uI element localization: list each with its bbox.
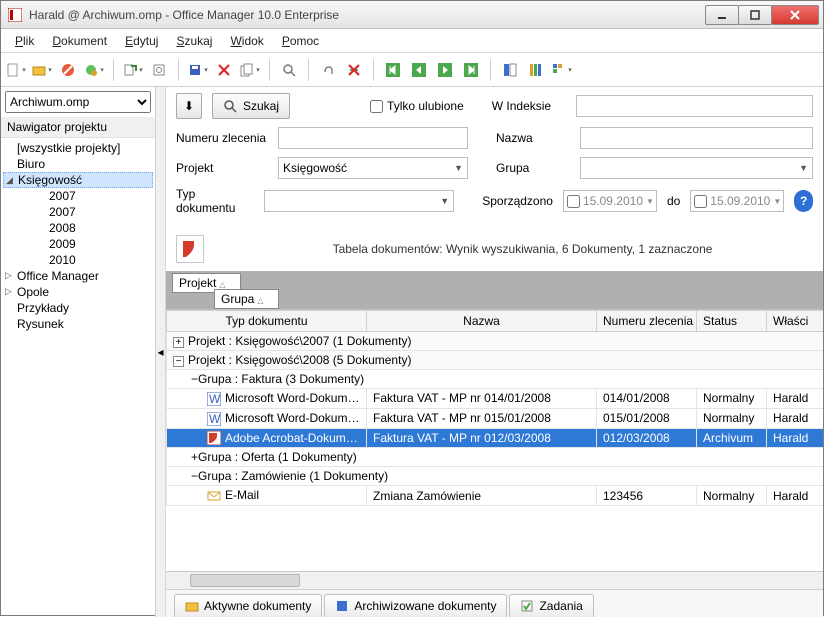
- project-tree[interactable]: [wszystkie projekty] Biuro ◢Księgowość 2…: [1, 138, 155, 334]
- sidebar: Archiwum.omp Nawigator projektu [wszystk…: [1, 87, 156, 617]
- table-row[interactable]: WMicrosoft Word-Dokument Faktura VAT - M…: [167, 389, 824, 409]
- app-icon: [7, 7, 23, 23]
- tree-2010[interactable]: 2010: [3, 252, 153, 268]
- nav-last-icon[interactable]: [460, 59, 482, 81]
- index-label: W Indeksie: [492, 99, 566, 113]
- horizontal-scrollbar[interactable]: [166, 571, 823, 589]
- created-label: Sporządzono: [482, 194, 553, 208]
- copy-icon[interactable]: [239, 59, 261, 81]
- pdf-icon: [176, 235, 204, 263]
- grouping-bar[interactable]: Projekt△ Grupa△: [166, 271, 823, 309]
- table-row-selected[interactable]: Adobe Acrobat-Dokument Faktura VAT - MP …: [167, 428, 824, 448]
- tree-biuro[interactable]: Biuro: [3, 156, 153, 172]
- save-icon[interactable]: [187, 59, 209, 81]
- date-to-label: do: [667, 194, 680, 208]
- menu-dokument[interactable]: Dokument: [44, 31, 115, 51]
- col-nazwa[interactable]: Nazwa: [367, 311, 597, 332]
- tree-2009[interactable]: 2009: [3, 236, 153, 252]
- import-icon[interactable]: [122, 59, 144, 81]
- tree-opole[interactable]: ▷Opole: [3, 284, 153, 300]
- search-panel: ⬇ Szukaj Tylko ulubione W Indeksie Numer…: [166, 87, 823, 233]
- globe-config-icon[interactable]: [83, 59, 105, 81]
- database-selector[interactable]: Archiwum.omp: [5, 91, 151, 113]
- stop-icon[interactable]: [57, 59, 79, 81]
- remove-filter-icon[interactable]: [343, 59, 365, 81]
- preview-icon[interactable]: [148, 59, 170, 81]
- zoom-icon[interactable]: [278, 59, 300, 81]
- group-row-2007[interactable]: +Projekt : Księgowość\2007 (1 Dokumenty): [167, 332, 824, 351]
- minimize-button[interactable]: [705, 5, 739, 25]
- date-from-input[interactable]: 15.09.2010▼: [563, 190, 657, 212]
- group-combo[interactable]: ▼: [580, 157, 813, 179]
- menu-plik[interactable]: Plik: [7, 31, 42, 51]
- col-status[interactable]: Status: [697, 311, 767, 332]
- name-label: Nazwa: [496, 131, 570, 145]
- maximize-button[interactable]: [738, 5, 772, 25]
- bottom-tabs: Aktywne dokumenty Archiwizowane dokument…: [166, 589, 823, 617]
- tab-archiwizowane[interactable]: Archiwizowane dokumenty: [324, 594, 507, 617]
- tree-2008[interactable]: 2008: [3, 220, 153, 236]
- project-label: Projekt: [176, 161, 268, 175]
- close-button[interactable]: [771, 5, 819, 25]
- tree-rysunek[interactable]: Rysunek: [3, 316, 153, 332]
- tab-aktywne[interactable]: Aktywne dokumenty: [174, 594, 322, 617]
- search-button-label: Szukaj: [243, 99, 279, 113]
- subgroup-zamowienie[interactable]: −Grupa : Zamówienie (1 Dokumenty): [167, 467, 824, 486]
- menu-szukaj[interactable]: Szukaj: [168, 31, 220, 51]
- col-wlasc[interactable]: Właści: [767, 311, 824, 332]
- doctype-combo[interactable]: ▼: [264, 190, 454, 212]
- order-number-input[interactable]: [278, 127, 468, 149]
- menu-bar: Plik Dokument Edytuj Szukaj Widok Pomoc: [1, 29, 823, 53]
- svg-text:W: W: [209, 412, 221, 426]
- collapse-search-button[interactable]: ⬇: [176, 93, 202, 119]
- table-row[interactable]: WMicrosoft Word-Dokument Faktura VAT - M…: [167, 408, 824, 428]
- layout-options-icon[interactable]: [551, 59, 573, 81]
- document-table[interactable]: Typ dokumentu Nazwa Numeru zlecenia Stat…: [166, 309, 823, 571]
- nav-prev-icon[interactable]: [408, 59, 430, 81]
- new-icon[interactable]: [5, 59, 27, 81]
- tree-2007b[interactable]: 2007: [3, 204, 153, 220]
- tree-2007a[interactable]: 2007: [3, 188, 153, 204]
- layout-cols-icon[interactable]: [525, 59, 547, 81]
- tree-all-projects[interactable]: [wszystkie projekty]: [3, 140, 153, 156]
- table-row[interactable]: E-Mail Zmiana Zamówienie123456NormalnyHa…: [167, 486, 824, 506]
- nav-next-icon[interactable]: [434, 59, 456, 81]
- open-icon[interactable]: [31, 59, 53, 81]
- menu-widok[interactable]: Widok: [222, 31, 271, 51]
- col-numeru[interactable]: Numeru zlecenia: [597, 311, 697, 332]
- name-input[interactable]: [580, 127, 813, 149]
- project-combo[interactable]: Księgowość▼: [278, 157, 468, 179]
- window-title: Harald @ Archiwum.omp - Office Manager 1…: [29, 8, 706, 22]
- tree-office-manager[interactable]: ▷Office Manager: [3, 268, 153, 284]
- menu-edytuj[interactable]: Edytuj: [117, 31, 166, 51]
- splitter-collapse[interactable]: ◂: [156, 87, 166, 617]
- delete-icon[interactable]: [213, 59, 235, 81]
- tree-przyklady[interactable]: Przykłady: [3, 300, 153, 316]
- favorites-checkbox[interactable]: Tylko ulubione: [370, 99, 464, 113]
- tree-ksiegowosc[interactable]: ◢Księgowość: [3, 172, 153, 188]
- col-typ[interactable]: Typ dokumentu: [167, 311, 367, 332]
- doctype-label: Typ dokumentu: [176, 187, 254, 215]
- menu-pomoc[interactable]: Pomoc: [274, 31, 327, 51]
- date-to-input[interactable]: 15.09.2010▼: [690, 190, 784, 212]
- layout-split-icon[interactable]: [499, 59, 521, 81]
- group-tag-grupa[interactable]: Grupa△: [214, 289, 279, 309]
- subgroup-oferta[interactable]: +Grupa : Oferta (1 Dokumenty): [167, 448, 824, 467]
- nav-first-icon[interactable]: [382, 59, 404, 81]
- svg-text:W: W: [209, 392, 221, 406]
- results-summary: Tabela dokumentów: Wynik wyszukiwania, 6…: [232, 242, 813, 256]
- index-input[interactable]: [576, 95, 813, 117]
- help-icon[interactable]: ?: [794, 190, 813, 212]
- order-number-label: Numeru zlecenia: [176, 131, 268, 145]
- search-button[interactable]: Szukaj: [212, 93, 290, 119]
- subgroup-faktura[interactable]: −Grupa : Faktura (3 Dokumenty): [167, 370, 824, 389]
- tab-zadania[interactable]: Zadania: [509, 594, 593, 617]
- attach-icon[interactable]: [317, 59, 339, 81]
- group-row-2008[interactable]: −Projekt : Księgowość\2008 (5 Dokumenty): [167, 351, 824, 370]
- group-label: Grupa: [496, 161, 570, 175]
- toolbar: [1, 53, 823, 87]
- navigator-header: Nawigator projektu: [1, 117, 155, 138]
